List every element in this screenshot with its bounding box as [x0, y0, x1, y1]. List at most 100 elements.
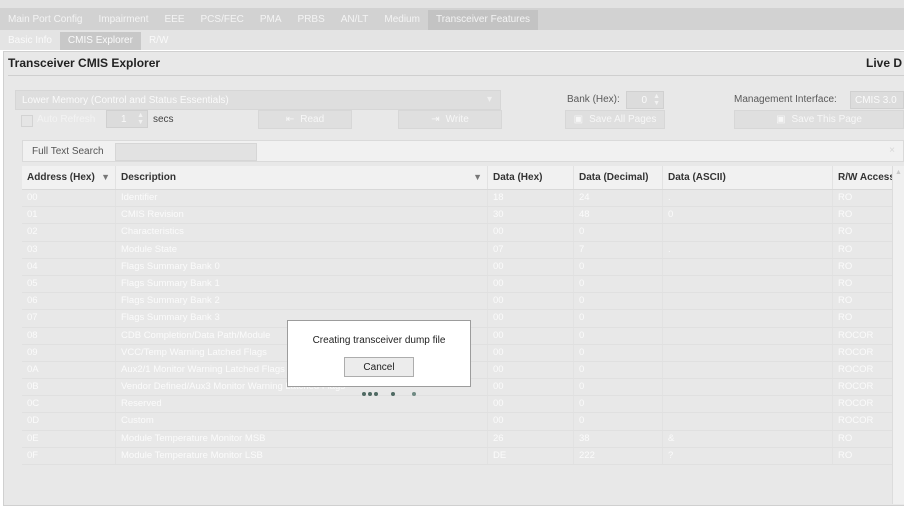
cell-data-decimal: 0: [574, 344, 663, 361]
management-interface-label: Management Interface:: [734, 94, 837, 105]
read-button[interactable]: ⇤ Read: [258, 110, 352, 129]
cell-data-ascii: .: [663, 190, 833, 207]
cell-data-hex: 00: [488, 275, 574, 293]
loading-dot: [362, 392, 366, 396]
loading-dot: [374, 392, 378, 396]
table-row[interactable]: 00 Identifier 18 24. RO: [22, 190, 904, 208]
column-label: Description: [121, 172, 177, 183]
auto-refresh-label: Auto Refresh: [37, 114, 96, 125]
write-button[interactable]: ⇥ Write: [398, 110, 502, 129]
cell-data-hex: 00: [488, 344, 574, 361]
table-row[interactable]: 0E Module Temperature Monitor MSB 26 38 & RO: [22, 430, 904, 448]
cell-data-ascii: .: [663, 241, 833, 258]
subtab-cmis-explorer[interactable]: CMIS Explorer: [59, 32, 141, 50]
main-tab-bar: Main Port Config Impairment EEE PCS/FEC PMA P…: [0, 8, 904, 30]
cell-address: 03: [22, 241, 116, 258]
panel-title: Transceiver CMIS Explorer: [8, 56, 161, 70]
cell-data-hex: 26: [488, 430, 574, 447]
cancel-button[interactable]: Cancel: [344, 357, 414, 377]
tab-pcs-fec[interactable]: PCS/FEC: [193, 10, 252, 30]
cell-description: Characteristics: [116, 224, 488, 241]
scroll-up-icon[interactable]: ▲: [895, 169, 902, 176]
save-icon: ▣: [573, 114, 584, 125]
save-icon: ▣: [776, 114, 786, 125]
tab-pma[interactable]: PMA: [252, 10, 290, 30]
secs-label: secs: [153, 114, 174, 125]
tab-main-port-config[interactable]: Main Port Config: [0, 10, 90, 30]
cell-address: 0F: [22, 447, 116, 464]
search-input[interactable]: [115, 143, 257, 161]
save-this-page-label: Save This Page: [791, 114, 862, 125]
subtab-r-w[interactable]: R/W: [141, 32, 176, 50]
tab-impairment[interactable]: Impairment: [90, 10, 156, 30]
column-label: Address (Hex): [27, 172, 95, 183]
cell-data-hex: 00: [488, 413, 574, 430]
read-button-label: Read: [300, 114, 325, 125]
column-label: Data (Hex): [493, 172, 543, 183]
clear-search-icon[interactable]: ×: [889, 145, 895, 156]
tab-eee[interactable]: EEE: [157, 10, 193, 30]
cell-address: 0C: [22, 396, 116, 413]
cell-description: Identifier: [116, 190, 488, 207]
cell-address: 08: [22, 327, 116, 344]
table-row[interactable]: 03 Module State 07 7. RO: [22, 241, 904, 259]
filter-icon[interactable]: ▼: [473, 172, 482, 182]
refresh-interval-spinner[interactable]: 1 ▲ ▼: [106, 110, 148, 128]
save-all-pages-button[interactable]: ▣ Save All Pages: [565, 110, 665, 129]
memory-page-select[interactable]: Lower Memory (Control and Status Essenti…: [15, 90, 501, 110]
subtab-basic-info[interactable]: Basic Info: [0, 32, 60, 50]
table-row[interactable]: 04 Flags Summary Bank 0 00 0 RO: [22, 258, 904, 276]
tab-an-lt[interactable]: AN/LT: [333, 10, 377, 30]
cell-data-decimal: 0: [574, 224, 663, 241]
table-row[interactable]: 02 Characteristics 00 0 RO: [22, 224, 904, 242]
loading-dot: [412, 392, 416, 396]
column-header-data-decimal[interactable]: Data (Decimal): [574, 166, 663, 189]
cell-description: Flags Summary Bank 1: [116, 275, 488, 293]
filter-icon[interactable]: ▼: [101, 172, 110, 182]
table-row[interactable]: 0C Reserved 00 0 ROCOR: [22, 396, 904, 414]
cell-address: 06: [22, 293, 116, 310]
cell-address: 04: [22, 258, 116, 275]
cell-data-ascii: [663, 224, 833, 241]
table-row[interactable]: 06 Flags Summary Bank 2 00 0 RO: [22, 293, 904, 311]
tab-prbs[interactable]: PRBS: [290, 10, 333, 30]
tab-medium[interactable]: Medium: [376, 10, 428, 30]
table-row[interactable]: 01 CMIS Revision 30 48 0 RO: [22, 207, 904, 225]
cell-address: 00: [22, 190, 116, 207]
cell-data-decimal: 0: [574, 396, 663, 413]
bank-spinner[interactable]: 0 ▲ ▼: [626, 91, 664, 109]
loading-dot: [368, 392, 372, 396]
cell-data-ascii: [663, 258, 833, 275]
cell-address: 0D: [22, 413, 116, 430]
management-interface-field[interactable]: CMIS 3.0: [850, 91, 904, 109]
bank-label: Bank (Hex):: [567, 94, 620, 105]
cell-data-ascii: [663, 361, 833, 379]
cell-description: Reserved: [116, 396, 488, 413]
save-all-pages-label: Save All Pages: [589, 114, 657, 125]
table-scrollbar[interactable]: ▲: [892, 166, 904, 504]
table-row[interactable]: 0F Module Temperature Monitor LSB DE 222? RO: [22, 447, 904, 465]
cell-description: Module State: [116, 241, 488, 258]
write-button-label: Write: [445, 114, 469, 125]
table-row[interactable]: 0D Custom 00 0 ROCOR: [22, 413, 904, 431]
cell-data-hex: 00: [488, 327, 574, 344]
progress-dialog: Creating transceiver dump file Cancel: [287, 320, 471, 387]
table-row[interactable]: 05 Flags Summary Bank 1 00 0 RO: [22, 275, 904, 294]
window-top-strip: [0, 0, 904, 8]
chevron-down-icon: ▾: [486, 94, 492, 105]
cell-data-hex: 00: [488, 224, 574, 241]
column-header-description[interactable]: Description ▼: [116, 166, 488, 189]
tab-transceiver-features[interactable]: Transceiver Features: [427, 10, 539, 30]
cell-address: 07: [22, 310, 116, 327]
column-header-data-hex[interactable]: Data (Hex): [488, 166, 574, 189]
cell-data-ascii: [663, 327, 833, 344]
auto-refresh-checkbox[interactable]: [21, 115, 33, 127]
sub-tab-bar: Basic Info CMIS Explorer R/W: [0, 30, 904, 50]
column-header-data-ascii[interactable]: Data (ASCII): [663, 166, 833, 189]
cell-data-hex: DE: [488, 447, 574, 464]
save-this-page-button[interactable]: ▣ Save This Page: [734, 110, 904, 129]
cell-address: 02: [22, 224, 116, 241]
loading-spinner-icon: [360, 390, 420, 398]
cell-data-decimal: 0: [574, 361, 663, 379]
column-header-address[interactable]: Address (Hex) ▼: [22, 166, 116, 189]
